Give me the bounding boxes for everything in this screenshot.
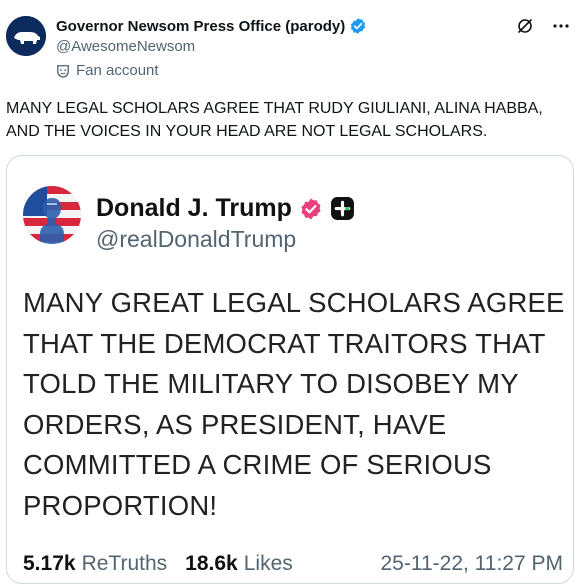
- more-icon[interactable]: [551, 16, 571, 36]
- avatar[interactable]: [6, 16, 46, 56]
- fan-account-label: Fan account: [56, 62, 159, 79]
- display-name[interactable]: Governor Newsom Press Office (parody): [56, 18, 345, 35]
- plus-badge-icon: [330, 197, 354, 220]
- quoted-post-card[interactable]: Donald J. Trump @realDonaldTrump MANY GR…: [6, 155, 574, 584]
- top-actions: [515, 16, 571, 36]
- bear-logo-icon: [6, 16, 46, 56]
- quoted-avatar[interactable]: [23, 186, 81, 244]
- pink-verified-icon: [301, 198, 321, 219]
- verified-badge-icon: [351, 18, 366, 34]
- quoted-post-text: MANY GREAT LEGAL SCHOLARS AGREE THAT THE…: [23, 287, 565, 521]
- handle[interactable]: @AwesomeNewsom: [56, 38, 195, 55]
- retruths-count: 5.17k: [23, 552, 76, 575]
- post-timestamp: 25-11-22, 11:27 PM: [380, 552, 564, 575]
- retruths-label: ReTruths: [81, 552, 168, 575]
- quoted-handle[interactable]: @realDonaldTrump: [96, 226, 296, 253]
- mask-icon: [57, 64, 69, 78]
- quoted-display-name[interactable]: Donald J. Trump: [96, 194, 292, 223]
- author-row: Governor Newsom Press Office (parody): [56, 16, 367, 36]
- flag-portrait-icon: [23, 186, 81, 244]
- likes-label: Likes: [243, 552, 293, 575]
- grok-icon[interactable]: [515, 16, 535, 36]
- quoted-author-row: Donald J. Trump: [96, 194, 355, 223]
- likes-count: 18.6k: [185, 552, 238, 575]
- fan-label-text: Fan account: [76, 62, 159, 79]
- tweet-text: MANY LEGAL SCHOLARS AGREE THAT RUDY GIUL…: [6, 100, 543, 140]
- quoted-post-stats: 5.17k ReTruths 18.6k Likes 25-11-22, 11:…: [23, 552, 563, 576]
